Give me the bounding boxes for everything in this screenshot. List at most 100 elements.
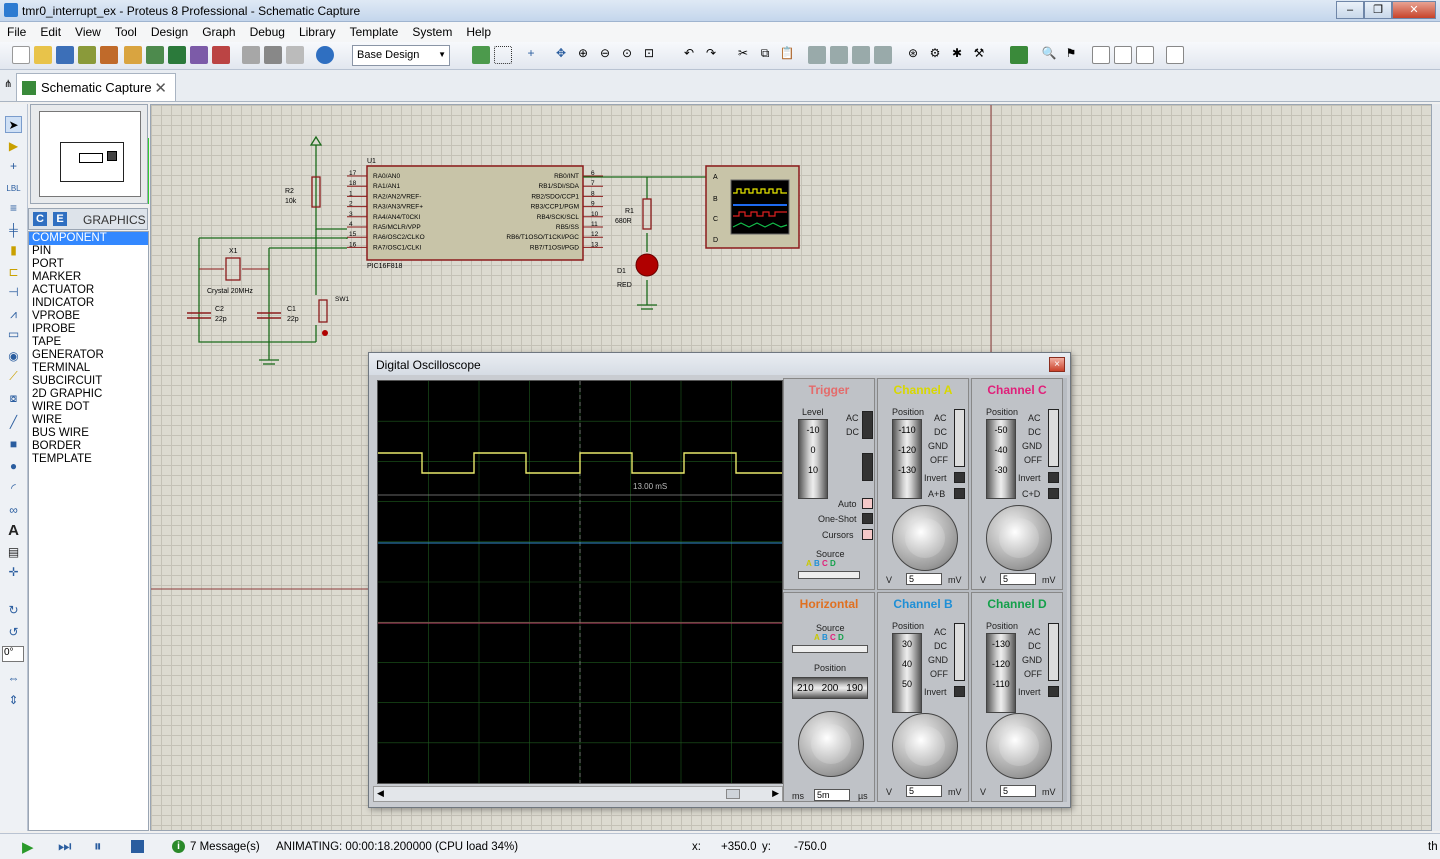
list-item[interactable]: WIRE [29,414,148,427]
grid-icon[interactable] [494,46,512,64]
symbol-icon[interactable]: ▤ [5,544,22,561]
led-d1[interactable] [635,253,659,277]
channel-b-invert-button[interactable] [954,686,965,697]
rotation-field[interactable]: 0° [2,646,24,662]
line-icon[interactable]: ╱ [5,414,22,431]
timebase-knob[interactable] [798,711,864,777]
list-item[interactable]: 2D GRAPHIC [29,388,148,401]
step-icon[interactable]: ⏭ [58,838,72,855]
list-item[interactable]: PIN [29,245,148,258]
netlist-icon[interactable] [1166,46,1184,64]
channel-a-invert-button[interactable] [954,472,965,483]
channel-a-coupling-switch[interactable] [954,409,965,467]
channel-a-position-drum[interactable]: -110 -120 -130 [892,419,922,499]
list-item[interactable]: BORDER [29,440,148,453]
crystal-x1[interactable] [225,257,241,281]
close-tab-icon[interactable]: ✕ [154,79,167,97]
pcb-icon[interactable] [168,46,186,64]
bus-icon[interactable]: ╪ [5,222,22,239]
close-button[interactable]: ✕ [1392,1,1436,19]
zoom-all-icon[interactable]: ⊙ [618,46,636,64]
stop-icon[interactable] [131,840,144,853]
channel-d-value[interactable]: 5 [1000,785,1036,797]
channel-b-coupling-switch[interactable] [954,623,965,681]
save-icon[interactable] [56,46,74,64]
block-copy-icon[interactable] [808,46,826,64]
menu-library[interactable]: Library [292,25,343,39]
menu-template[interactable]: Template [343,25,406,39]
junction-dot-icon[interactable]: + [5,158,22,175]
list-item[interactable]: BUS WIRE [29,427,148,440]
block-rotate-icon[interactable] [852,46,870,64]
import-icon[interactable] [78,46,96,64]
list-item[interactable]: TERMINAL [29,362,148,375]
c-button[interactable]: C [33,212,47,226]
tape-recorder-icon[interactable]: ▭ [5,326,22,343]
channel-d-position-drum[interactable]: -130 -120 -110 [986,633,1016,713]
paste-icon[interactable]: 📋 [778,46,796,64]
virtual-instrument-icon[interactable]: ⧇ [5,390,22,407]
list-item[interactable]: ACTUATOR [29,284,148,297]
subcircuit-icon[interactable]: ▮ [5,242,22,259]
gerber-icon[interactable] [190,46,208,64]
pan-icon[interactable]: ✥ [552,46,570,64]
zoom-in-icon[interactable]: ⊕ [574,46,592,64]
graph-icon[interactable]: ⩘ [5,306,22,323]
new-icon[interactable] [12,46,30,64]
channel-a-volts-knob[interactable] [892,505,958,571]
circle-icon[interactable]: ● [5,458,22,475]
cursors-button[interactable] [862,529,873,540]
channel-c-position-drum[interactable]: -50 -40 -30 [986,419,1016,499]
horizontal-source-slider[interactable] [792,645,868,653]
channel-c-value[interactable]: 5 [1000,573,1036,585]
box-icon[interactable]: ■ [5,436,22,453]
text-script-icon[interactable]: ≡ [5,200,22,217]
selection-mode-icon[interactable]: ➤ [5,116,22,133]
zoom-out-icon[interactable]: ⊖ [596,46,614,64]
channel-d-invert-button[interactable] [1048,686,1059,697]
make-device-icon[interactable]: ⚙ [926,46,944,64]
power-terminal-icon[interactable] [309,135,323,146]
channel-c-volts-knob[interactable] [986,505,1052,571]
generator-icon[interactable]: ◉ [5,348,22,365]
terminal-icon[interactable]: ⊏ [5,264,22,281]
wire-autorouter-icon[interactable] [1010,46,1028,64]
channel-c-invert-button[interactable] [1048,472,1059,483]
messages-count[interactable]: 7 Message(s) [190,841,260,853]
channel-b-value[interactable]: 5 [906,785,942,797]
arc-icon[interactable]: ◜ [5,480,22,497]
remove-sheet-icon[interactable] [1114,46,1132,64]
path-icon[interactable]: ∞ [5,502,22,519]
oscilloscope-titlebar[interactable]: Digital Oscilloscope × [369,353,1070,375]
schematic-icon[interactable] [146,46,164,64]
rotate-ccw-icon[interactable]: ↺ [5,624,22,641]
wire-label-icon[interactable]: LBL [5,180,22,197]
component-mode-icon[interactable]: ▶ [5,138,22,155]
auto-button[interactable] [862,498,873,509]
device-pin-icon[interactable]: ⊣ [5,284,22,301]
block-move-icon[interactable] [830,46,848,64]
new-sheet-icon[interactable] [1092,46,1110,64]
list-item[interactable]: IPROBE [29,323,148,336]
one-shot-button[interactable] [862,513,873,524]
channel-a-value[interactable]: 5 [906,573,942,585]
channel-b-volts-knob[interactable] [892,713,958,779]
list-item[interactable]: WIRE DOT [29,401,148,414]
menu-edit[interactable]: Edit [33,25,68,39]
play-icon[interactable]: ▶ [22,838,34,856]
trigger-source-slider[interactable] [798,571,860,579]
decompose-icon[interactable]: ⚒ [970,46,988,64]
list-item[interactable]: MARKER [29,271,148,284]
zoom-area-icon[interactable]: ⊡ [640,46,658,64]
channel-c-coupling-switch[interactable] [1048,409,1059,467]
copy-icon[interactable]: ⧉ [756,46,774,64]
oscilloscope-window[interactable]: Digital Oscilloscope × 13.00 mS ◀ ▶ Trig… [368,352,1071,808]
list-item[interactable]: TAPE [29,336,148,349]
cut-icon[interactable]: ✂ [734,46,752,64]
overview-window[interactable] [30,104,149,204]
mirror-x-icon[interactable]: ⇔ [5,670,22,687]
menu-graph[interactable]: Graph [195,25,242,39]
open-icon[interactable] [34,46,52,64]
channel-d-volts-knob[interactable] [986,713,1052,779]
list-item[interactable]: VPROBE [29,310,148,323]
